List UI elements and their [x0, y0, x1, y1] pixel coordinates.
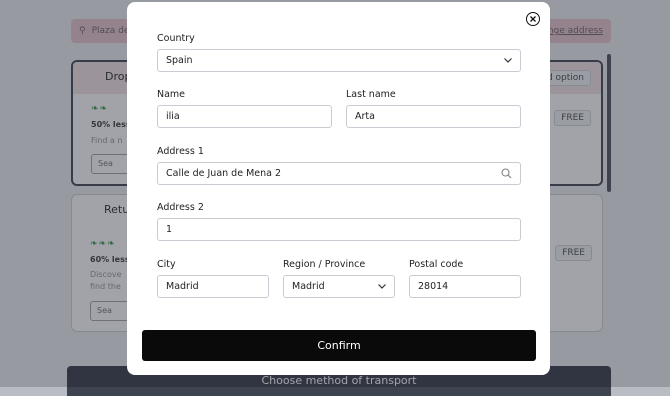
city-value: Madrid: [166, 281, 199, 292]
postal-code-value: 28014: [418, 281, 449, 292]
close-icon[interactable]: [526, 12, 540, 26]
postal-code-label: Postal code: [409, 259, 464, 270]
confirm-button[interactable]: Confirm: [142, 330, 536, 361]
chevron-down-icon: [504, 58, 512, 63]
country-value: Spain: [166, 55, 193, 66]
city-label: City: [157, 259, 176, 270]
last-name-label: Last name: [346, 89, 396, 100]
city-field[interactable]: Madrid: [157, 275, 269, 298]
search-icon[interactable]: [501, 168, 512, 179]
address1-field[interactable]: Calle de Juan de Mena 2: [157, 162, 521, 185]
address-modal: Country Spain Name ilia Last name Arta A…: [127, 2, 550, 375]
first-name-field[interactable]: ilia: [157, 105, 332, 128]
last-name-value: Arta: [355, 111, 375, 122]
first-name-label: Name: [157, 89, 186, 100]
chevron-down-icon: [378, 284, 386, 289]
address2-field[interactable]: 1: [157, 218, 521, 241]
address2-label: Address 2: [157, 202, 204, 213]
region-value: Madrid: [292, 281, 325, 292]
address1-value: Calle de Juan de Mena 2: [166, 168, 282, 179]
address2-value: 1: [166, 224, 173, 235]
postal-code-field[interactable]: 28014: [409, 275, 521, 298]
country-label: Country: [157, 33, 195, 44]
confirm-label: Confirm: [317, 339, 361, 352]
country-select[interactable]: Spain: [157, 49, 521, 72]
first-name-value: ilia: [166, 111, 180, 122]
address1-label: Address 1: [157, 146, 204, 157]
last-name-field[interactable]: Arta: [346, 105, 521, 128]
region-select[interactable]: Madrid: [283, 275, 395, 298]
region-label: Region / Province: [283, 259, 366, 270]
